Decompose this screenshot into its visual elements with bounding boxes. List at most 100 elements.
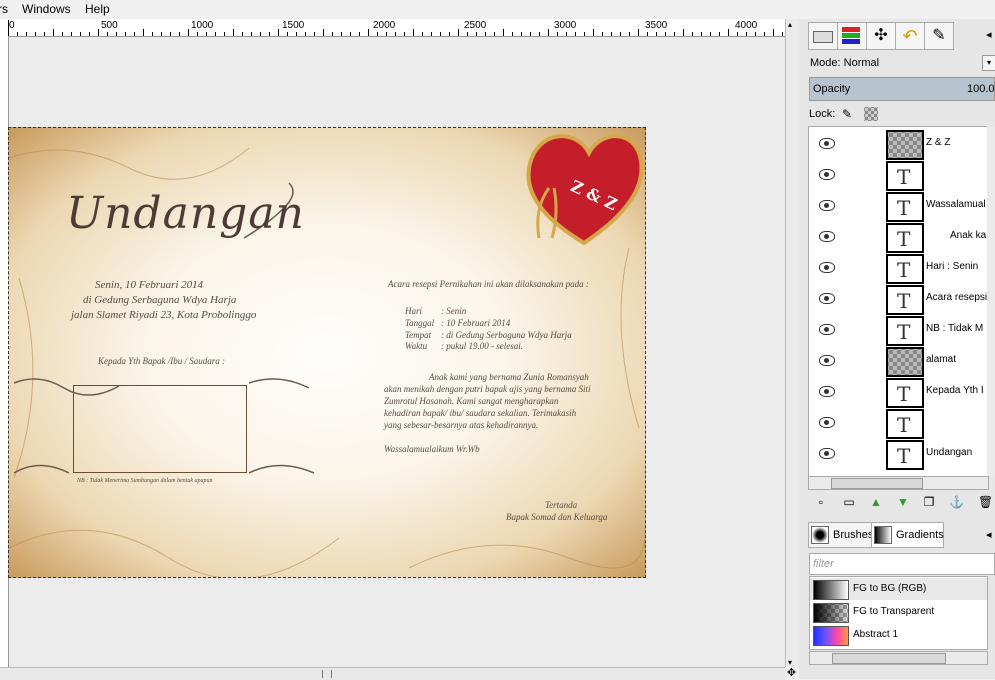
visibility-eye-icon[interactable] (819, 448, 835, 459)
dock-menu-icon[interactable]: ◂ (986, 528, 992, 541)
ruler-tick (404, 32, 405, 36)
visibility-eye-icon[interactable] (819, 262, 835, 273)
ruler-tick (719, 32, 720, 36)
paths-tab-icon[interactable]: ✣ (866, 22, 896, 50)
raise-layer-icon[interactable]: ▲ (869, 495, 883, 509)
lock-alpha-icon[interactable] (864, 107, 878, 121)
gradient-name: FG to Transparent (853, 606, 935, 617)
ruler-label: 1000 (191, 20, 214, 31)
brush-tab-icon[interactable]: ✎ (924, 22, 954, 50)
horizontal-scrollbar[interactable] (0, 667, 785, 680)
lock-pixels-icon[interactable]: ✎ (842, 107, 852, 121)
layer-row[interactable] (809, 159, 988, 191)
layers-vscrollbar[interactable] (987, 126, 995, 476)
vertical-scrollbar[interactable]: ▴ ▾ (785, 19, 799, 667)
reception-intro: Acara resepsi Pernikahan ini akan dilaks… (388, 279, 589, 289)
ruler-label: 2500 (464, 20, 487, 31)
street-line: jalan Slamet Riyadi 23, Kota Probolinggo (71, 309, 257, 321)
ruler-label: 1500 (282, 20, 305, 31)
gradient-filter-input[interactable]: filter (809, 553, 995, 575)
tab-label: Brushes (833, 529, 874, 541)
gradient-item[interactable]: FG to Transparent (810, 601, 987, 623)
visibility-eye-icon[interactable] (819, 169, 835, 180)
ruler-tick (287, 32, 288, 36)
menu-item-partial[interactable]: rs (0, 2, 8, 16)
ruler-tick (44, 32, 45, 36)
tab-label: Gradients (896, 529, 944, 541)
delete-layer-icon[interactable]: 🗑 (978, 495, 993, 509)
layer-row[interactable]: Z & Z (809, 128, 988, 160)
scroll-grip-icon[interactable] (322, 670, 332, 678)
layers-list[interactable]: Z & Z Wassalamual Anak ka Hari : Senin A… (808, 126, 989, 478)
gradients-list[interactable]: FG to BG (RGB) FG to Transparent Abstrac… (809, 576, 988, 650)
gradient-item[interactable]: FG to BG (RGB) (810, 578, 987, 600)
layers-tab-icon[interactable] (808, 22, 838, 50)
ruler-tick (755, 32, 756, 36)
opacity-slider[interactable]: Opacity 100.0 (809, 77, 995, 101)
visibility-eye-icon[interactable] (819, 138, 835, 149)
visibility-eye-icon[interactable] (819, 200, 835, 211)
layer-name: Anak ka (950, 230, 987, 241)
ruler-tick (251, 32, 252, 36)
dock-menu-icon[interactable]: ◂ (986, 28, 992, 41)
layer-thumbnail (886, 130, 924, 160)
layer-row[interactable] (809, 407, 988, 439)
invitation-image[interactable]: Z & Z Undangan Senin, 10 Februari 2014 d… (8, 127, 646, 578)
layer-row[interactable]: Wassalamual (809, 190, 988, 222)
gradient-item[interactable]: Abstract 1 (810, 624, 987, 646)
visibility-eye-icon[interactable] (819, 324, 835, 335)
detail-waktu-value: : pukul 19.00 - selesai. (441, 341, 523, 351)
ruler-tick (593, 29, 594, 36)
visibility-eye-icon[interactable] (819, 417, 835, 428)
ruler-tick (395, 32, 396, 36)
ruler-tick (386, 32, 387, 36)
scroll-thumb[interactable] (832, 653, 946, 664)
text-layer-thumbnail (886, 409, 924, 439)
visibility-eye-icon[interactable] (819, 293, 835, 304)
ruler-tick (656, 32, 657, 36)
undo-history-tab-icon[interactable]: ↶ (895, 22, 925, 50)
visibility-eye-icon[interactable] (819, 386, 835, 397)
mode-select[interactable]: Mode: Normal ▾ (810, 53, 995, 73)
ruler-tick (638, 29, 639, 36)
scroll-up-icon[interactable]: ▴ (788, 21, 796, 29)
layer-row[interactable]: Hari : Senin (809, 252, 988, 284)
new-layer-icon[interactable]: ▫ (814, 495, 828, 509)
visibility-eye-icon[interactable] (819, 355, 835, 366)
layer-name: NB : Tidak M (926, 323, 984, 334)
layer-row[interactable]: Kepada Yth I (809, 376, 988, 408)
menu-help[interactable]: Help (85, 2, 110, 16)
duplicate-layer-icon[interactable]: ❐ (922, 495, 936, 509)
tab-gradients[interactable]: Gradients (871, 522, 944, 548)
ruler-tick (566, 32, 567, 36)
ruler-tick (296, 32, 297, 36)
lower-layer-icon[interactable]: ▼ (896, 495, 910, 509)
layer-row[interactable]: alamat (809, 345, 988, 377)
scroll-thumb[interactable] (831, 478, 923, 489)
ruler-tick (332, 32, 333, 36)
navigate-icon[interactable]: ✥ (785, 667, 798, 679)
mode-dropdown-icon[interactable]: ▾ (982, 55, 995, 71)
text-layer-thumbnail (886, 192, 924, 222)
layer-row[interactable]: Anak ka (809, 221, 988, 253)
nb-note: NB : Tidak Menerima Sumbangan dalam bent… (77, 478, 213, 484)
layer-row[interactable]: NB : Tidak M (809, 314, 988, 346)
layer-row[interactable]: Undangan (809, 438, 988, 470)
layer-row[interactable]: Acara resepsi (809, 283, 988, 315)
menu-windows[interactable]: Windows (22, 2, 71, 16)
scroll-down-icon[interactable]: ▾ (788, 659, 796, 667)
ruler-tick (710, 32, 711, 36)
anchor-layer-icon[interactable]: ⚓ (949, 495, 964, 509)
layers-hscrollbar[interactable] (808, 476, 989, 490)
signature-line: Bapak Somad dan Keluarga (506, 512, 608, 522)
channels-tab-icon[interactable] (837, 22, 867, 50)
ruler-tick (764, 32, 765, 36)
ruler-tick (278, 29, 279, 36)
gradient-swatch (813, 626, 849, 646)
tab-brushes[interactable]: Brushes (808, 522, 874, 548)
gradients-hscrollbar[interactable] (809, 651, 988, 665)
visibility-eye-icon[interactable] (819, 231, 835, 242)
detail-hari-label: Hari (405, 306, 423, 316)
ruler-tick (260, 32, 261, 36)
new-group-icon[interactable]: ▭ (842, 495, 856, 509)
